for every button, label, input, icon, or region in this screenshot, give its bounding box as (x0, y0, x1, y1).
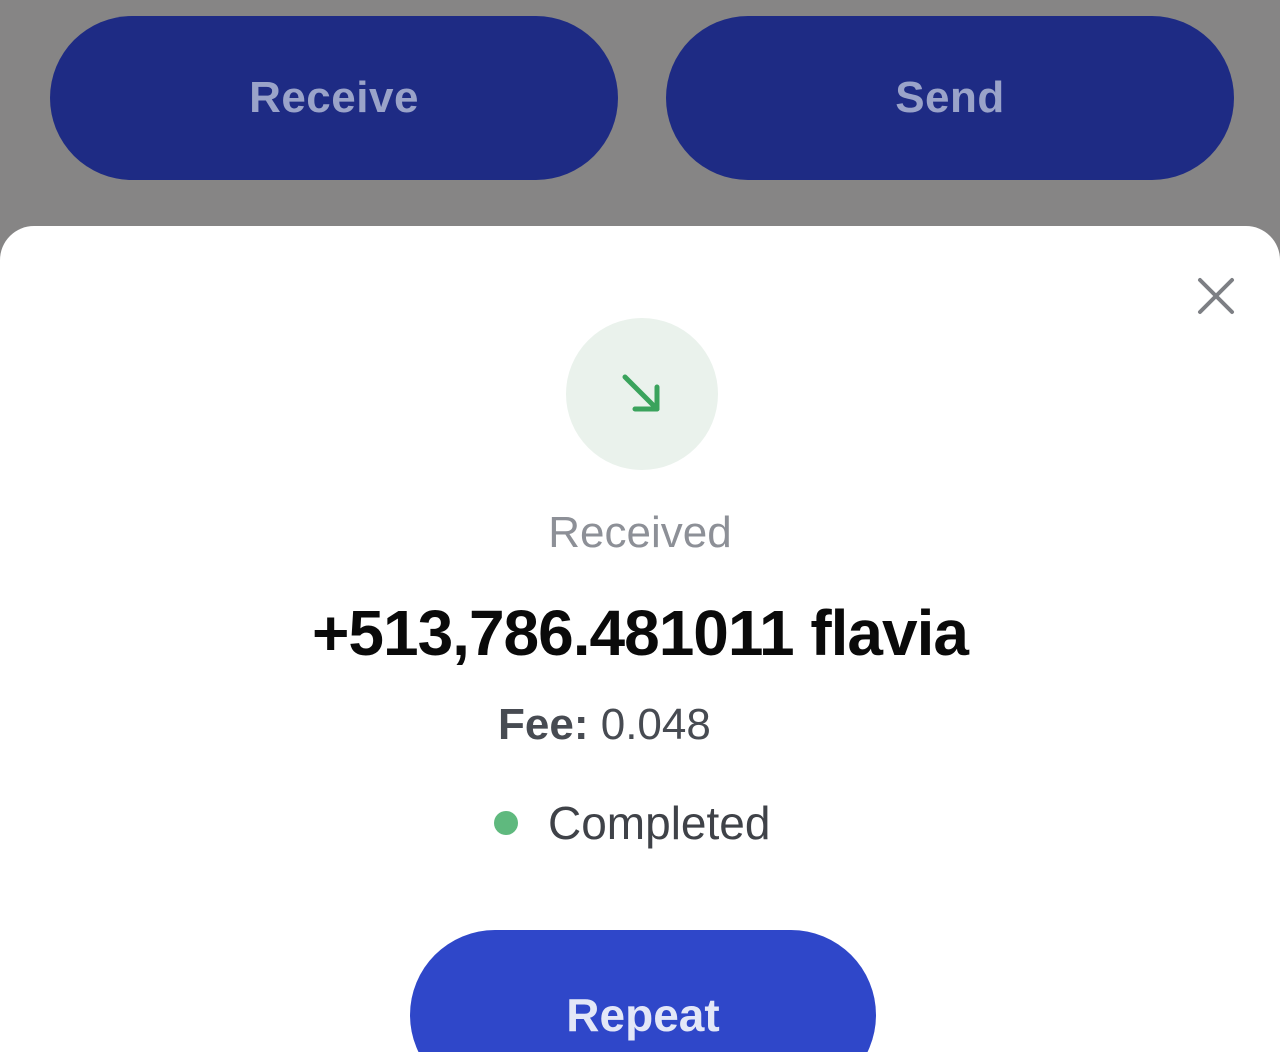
fee-value: 0.048 (600, 700, 711, 749)
arrow-down-right-icon (615, 367, 669, 421)
send-button-label: Send (895, 73, 1005, 122)
receive-button-label: Receive (249, 73, 419, 122)
receive-button[interactable]: Receive (50, 16, 618, 180)
repeat-button[interactable]: Repeat (410, 930, 876, 1052)
transaction-screen: Receive Send Received +513,786.481011 fl… (0, 0, 1280, 1052)
status-dot-icon (494, 811, 518, 835)
fee-row: Fee: 0.048 (498, 700, 711, 750)
send-button[interactable]: Send (666, 16, 1234, 180)
repeat-button-label: Repeat (566, 989, 720, 1041)
fee-label: Fee: (498, 700, 589, 749)
close-icon[interactable] (1190, 270, 1242, 322)
transaction-amount: +513,786.481011 flavia (312, 597, 969, 669)
transaction-type-label: Received (548, 508, 732, 557)
received-status-circle (566, 318, 718, 470)
status-row: Completed (494, 796, 770, 850)
status-text: Completed (548, 797, 771, 849)
